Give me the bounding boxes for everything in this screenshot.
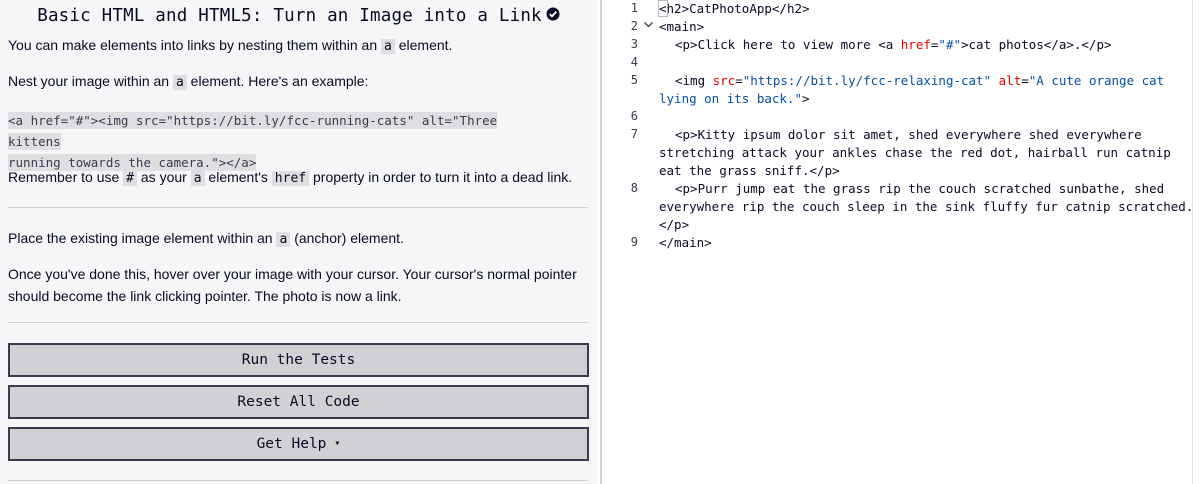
description-paragraph-3: Remember to use # as your a element's hr… <box>8 169 573 186</box>
line-number: 1 <box>630 1 638 15</box>
code-line-8-wrap: </p> <box>659 217 690 232</box>
challenge-title: Basic HTML and HTML5: Turn an Image into… <box>0 6 597 26</box>
challenge-panel: Basic HTML and HTML5: Turn an Image into… <box>0 0 597 484</box>
line-number: 4 <box>630 55 638 69</box>
inline-code: a <box>276 232 291 247</box>
code-line-7-wrap: stretching attack your ankles chase the … <box>659 145 1171 160</box>
line-number: 7 <box>630 127 638 141</box>
code-line-9: </main> <box>659 235 712 250</box>
line-number: 3 <box>630 37 638 51</box>
description-paragraph-2: Nest your image within an a element. Her… <box>8 73 369 90</box>
code-line-5-wrap: lying on its back."> <box>659 91 810 106</box>
reset-code-button[interactable]: Reset All Code <box>8 385 589 419</box>
section-divider <box>8 480 588 481</box>
completed-check-icon <box>546 7 560 21</box>
line-number: 8 <box>630 181 638 195</box>
section-divider <box>8 207 588 208</box>
get-help-button[interactable]: Get Help ▾ <box>8 427 589 461</box>
code-line-8-wrap: everywhere rip the couch sleep in the si… <box>659 199 1194 214</box>
line-number: 5 <box>630 73 638 87</box>
run-tests-button[interactable]: Run the Tests <box>8 343 589 377</box>
section-divider <box>8 322 588 323</box>
fold-chevron-down-icon[interactable] <box>643 19 655 33</box>
code-line-8: <p>Purr jump eat the grass rip the couch… <box>675 181 1165 196</box>
instructions-paragraph-2: Once you've done this, hover over your i… <box>8 266 577 304</box>
inline-code: # <box>123 171 137 186</box>
inline-code: href <box>271 171 310 186</box>
code-line-3: <p>Click here to view more <a href="#">c… <box>675 37 1112 52</box>
example-code-block: <a href="#"><img src="https://bit.ly/fcc… <box>8 110 548 173</box>
inline-code: a <box>190 171 205 186</box>
code-editor[interactable]: 1 2 3 4 5 6 7 8 9 <h2>CatPhotoApp</h2> <… <box>600 0 1200 484</box>
instructions-paragraph-1: Place the existing image element within … <box>8 230 404 247</box>
inline-code: a <box>172 75 187 90</box>
description-paragraph-1: You can make elements into links by nest… <box>8 37 453 54</box>
code-line-1: <h2>CatPhotoApp</h2> <box>658 0 810 17</box>
line-number: 6 <box>630 109 638 123</box>
editor-scrollbar[interactable] <box>1192 0 1200 484</box>
example-code-line-1: <a href="#"><img src="https://bit.ly/fcc… <box>8 112 498 150</box>
code-line-2: <main> <box>659 19 705 34</box>
code-line-5: <img src="https://bit.ly/fcc-relaxing-ca… <box>675 73 1165 88</box>
line-number: 2 <box>630 19 638 33</box>
caret-down-icon: ▾ <box>334 438 341 449</box>
inline-code: a <box>381 39 395 54</box>
code-line-7: <p>Kitty ipsum dolor sit amet, shed ever… <box>675 127 1142 142</box>
line-number: 9 <box>630 235 638 249</box>
code-line-7-wrap: eat the grass sniff.</p> <box>659 163 840 178</box>
